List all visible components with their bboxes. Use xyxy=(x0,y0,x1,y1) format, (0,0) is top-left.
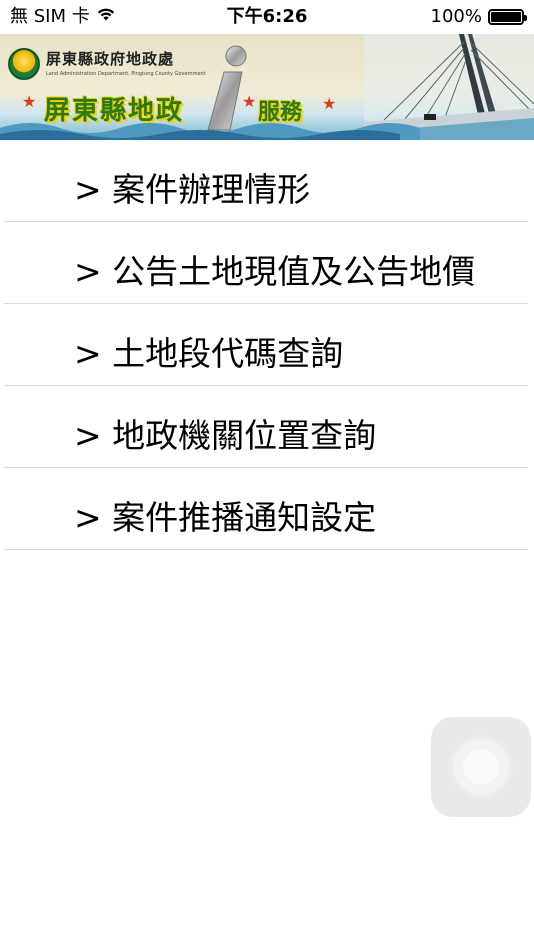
menu-item-push-settings[interactable]: > 案件推播通知設定 xyxy=(0,468,534,550)
header-banner: 屏東縣政府地政處 Land Administration Department,… xyxy=(0,34,534,140)
star-icon: ★ xyxy=(22,92,37,111)
main-menu: > 案件辦理情形 > 公告土地現值及公告地價 > 土地段代碼查詢 > 地政機關位… xyxy=(0,140,534,550)
menu-item-section-code[interactable]: > 土地段代碼查詢 xyxy=(0,304,534,386)
banner-org-name-en: Land Administration Department, Pingtung… xyxy=(46,71,206,77)
assistive-touch-core xyxy=(463,749,499,785)
assistive-touch-icon[interactable] xyxy=(431,717,531,817)
battery-icon xyxy=(488,9,527,25)
banner-org-name: 屏東縣政府地政處 xyxy=(46,50,175,68)
menu-item-office-location[interactable]: > 地政機關位置查詢 xyxy=(0,386,534,468)
menu-item-land-value[interactable]: > 公告土地現值及公告地價 xyxy=(0,222,534,304)
star-icon: ★ xyxy=(322,94,337,113)
county-logo-icon xyxy=(8,48,40,80)
menu-item-label: > 案件辦理情形 xyxy=(74,170,311,209)
banner-wave xyxy=(0,123,420,140)
menu-item-label: > 土地段代碼查詢 xyxy=(74,334,344,373)
menu-item-case-status[interactable]: > 案件辦理情形 xyxy=(0,140,534,222)
battery-percent: 100% xyxy=(430,6,482,27)
star-icon: ★ xyxy=(242,92,257,111)
status-right: 100% xyxy=(430,5,527,29)
status-bar: 無 SIM 卡 下午6:26 100% xyxy=(0,0,534,34)
menu-item-label: > 案件推播通知設定 xyxy=(74,498,377,537)
app-screen: 無 SIM 卡 下午6:26 100% 屏東縣政府地政處 Land Admini… xyxy=(0,0,534,950)
menu-item-label: > 公告土地現值及公告地價 xyxy=(74,252,476,291)
menu-item-label: > 地政機關位置查詢 xyxy=(74,416,377,455)
